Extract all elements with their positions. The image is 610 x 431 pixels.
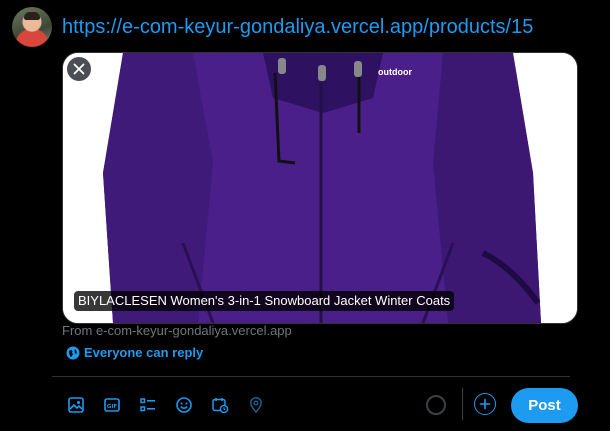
poll-button[interactable]: [130, 392, 166, 418]
emoji-icon: [176, 397, 192, 413]
location-icon: [250, 397, 262, 414]
remove-card-button[interactable]: [67, 57, 91, 81]
user-avatar[interactable]: [12, 7, 52, 47]
composer-toolbar: GIF: [58, 392, 274, 418]
composer-divider: [52, 376, 570, 377]
link-preview-card[interactable]: outdoor BIYLACLESEN Women's 3-in-1 Snowb…: [62, 52, 578, 324]
gif-button[interactable]: GIF: [94, 392, 130, 418]
location-button[interactable]: [238, 392, 274, 418]
gif-icon: GIF: [104, 398, 120, 412]
toolbar-separator: [462, 388, 463, 420]
schedule-button[interactable]: [202, 392, 238, 418]
image-icon: [68, 397, 84, 413]
reply-setting-label: Everyone can reply: [84, 345, 204, 360]
plus-icon: [479, 398, 491, 410]
product-image: outdoor: [63, 53, 577, 323]
link-card-title: BIYLACLESEN Women's 3-in-1 Snowboard Jac…: [74, 291, 455, 311]
globe-icon: [66, 346, 80, 359]
brand-logo-text: outdoor: [378, 67, 412, 77]
character-progress-ring: [426, 395, 446, 415]
schedule-icon: [212, 398, 229, 414]
compose-text-input[interactable]: https://e-com-keyur-gondaliya.vercel.app…: [62, 14, 533, 40]
svg-text:GIF: GIF: [107, 404, 118, 410]
close-icon: [73, 63, 85, 75]
link-card-source: From e-com-keyur-gondaliya.vercel.app: [62, 323, 292, 338]
post-button[interactable]: Post: [511, 388, 578, 423]
reply-setting-button[interactable]: Everyone can reply: [62, 343, 207, 362]
add-post-button[interactable]: [474, 393, 496, 415]
media-button[interactable]: [58, 392, 94, 418]
avatar-hair: [24, 12, 40, 20]
emoji-button[interactable]: [166, 392, 202, 418]
poll-icon: [140, 398, 155, 412]
